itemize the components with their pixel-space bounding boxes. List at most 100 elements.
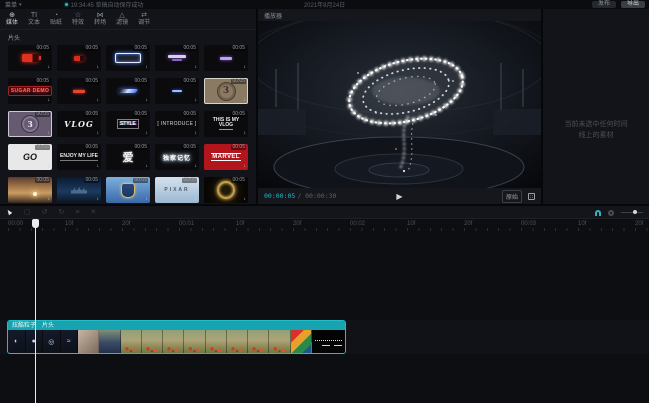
zoom-slider-knob[interactable]: [633, 210, 637, 214]
download-icon[interactable]: ↓: [146, 164, 149, 169]
template-item[interactable]: GO 00:05 ↓: [8, 144, 52, 170]
template-item-text: STYLE: [116, 119, 140, 129]
selected-clip[interactable]: 炫酷粒子 片头 ◐ ● ◎ ≈: [7, 320, 346, 354]
template-item[interactable]: 3 00:05 ↓: [204, 78, 248, 104]
duration-badge: 00:05: [133, 111, 148, 117]
template-item[interactable]: 3 00:05 ↓: [8, 111, 52, 137]
template-item[interactable]: 00:05 ↓: [106, 78, 150, 104]
template-item[interactable]: 爱 00:05 ↓: [106, 144, 150, 170]
download-icon[interactable]: ↓: [146, 98, 149, 103]
tab-media[interactable]: ⊕ 媒体: [6, 12, 18, 26]
tab-filters[interactable]: △ 滤镜: [116, 12, 128, 26]
cursor-tool-icon[interactable]: ▲: [4, 206, 15, 217]
template-item[interactable]: STYLE 00:05 ↓: [106, 111, 150, 137]
download-icon[interactable]: ↓: [48, 197, 51, 202]
playhead-line[interactable]: [35, 219, 36, 403]
tab-text[interactable]: TI 文本: [28, 12, 40, 26]
player-title: 播放器: [264, 13, 283, 20]
tab-effects[interactable]: ☆ 特效: [72, 12, 84, 26]
template-item[interactable]: 00:05 ↓: [57, 45, 101, 71]
template-item[interactable]: 00:05 ↓: [204, 45, 248, 71]
download-icon[interactable]: ↓: [244, 197, 247, 202]
playhead-handle[interactable]: [32, 219, 39, 228]
sticker-icon: ◔: [53, 12, 59, 19]
ruler-label: 10f: [65, 221, 74, 227]
download-icon[interactable]: ↓: [195, 65, 198, 70]
link-preview-icon[interactable]: [608, 209, 614, 216]
download-icon[interactable]: ↓: [195, 131, 198, 136]
timeline-ruler[interactable]: 00:00 10f 20f 00:01 10f 20f 00:02 10f 20f 00:03 10…: [0, 219, 649, 231]
duration-badge: 00:05: [35, 177, 50, 183]
template-item[interactable]: 00:05 ↓: [106, 45, 150, 71]
template-item[interactable]: 00:05 ↓: [106, 177, 150, 203]
template-item[interactable]: 00:05 ↓: [8, 45, 52, 71]
redo-tool-icon[interactable]: ↻: [58, 209, 64, 216]
autosave-status: 19:34:45 草稿自动保存成功: [64, 0, 144, 9]
delete-tool-icon[interactable]: ✕: [90, 209, 96, 216]
duration-badge: 00:05: [35, 111, 50, 117]
download-icon[interactable]: ↓: [244, 98, 247, 103]
text-icon: TI: [30, 12, 38, 19]
category-label: 片头: [8, 36, 21, 42]
play-button[interactable]: ▶: [396, 192, 402, 201]
download-icon[interactable]: ↓: [195, 98, 198, 103]
template-item[interactable]: 独家记忆 00:05 ↓: [155, 144, 199, 170]
timecode-total: / 00:00:30: [297, 192, 337, 200]
tab-adjust[interactable]: ⇄ 调节: [138, 12, 150, 26]
undo-tool-icon[interactable]: ↺: [42, 209, 48, 216]
ruler-label: 00:02: [350, 221, 366, 227]
scale-original-button[interactable]: 原始: [501, 189, 522, 203]
download-icon[interactable]: ↓: [48, 65, 51, 70]
export-button[interactable]: 导出: [620, 1, 645, 8]
snap-magnet-icon[interactable]: [595, 209, 601, 216]
download-icon[interactable]: ↓: [195, 164, 198, 169]
download-icon[interactable]: ↓: [97, 98, 100, 103]
download-icon[interactable]: ↓: [146, 197, 149, 202]
template-item[interactable]: 00:05 ↓: [204, 177, 248, 203]
download-icon[interactable]: ↓: [97, 197, 100, 202]
template-item[interactable]: ENJOY MY LIFE 00:05 ↓: [57, 144, 101, 170]
duration-badge: 00:05: [35, 144, 50, 150]
download-icon[interactable]: ↓: [97, 131, 100, 136]
template-item[interactable]: 00:05 ↓: [155, 45, 199, 71]
download-icon[interactable]: ↓: [146, 65, 149, 70]
template-item[interactable]: 00:05 ↓: [57, 177, 101, 203]
duration-badge: 00:05: [35, 45, 50, 51]
template-item[interactable]: MARVEL 00:05 ↓: [204, 144, 248, 170]
template-item-text: VLOG: [64, 119, 94, 129]
timeline-zoom-slider[interactable]: [621, 210, 643, 214]
split-tool-icon[interactable]: ≡: [75, 209, 79, 216]
menu-button[interactable]: 菜单 ▾: [0, 0, 27, 10]
preview-video[interactable]: [258, 21, 541, 188]
template-item[interactable]: THIS IS MY VLOG 00:05 ↓: [204, 111, 248, 137]
download-icon[interactable]: ↓: [48, 164, 51, 169]
download-icon[interactable]: ↓: [195, 197, 198, 202]
download-icon[interactable]: ↓: [97, 65, 100, 70]
timeline-right-controls: [595, 206, 643, 219]
fullscreen-icon[interactable]: [528, 192, 535, 200]
template-item[interactable]: 00:05 ↓: [8, 177, 52, 203]
template-item[interactable]: VLOG 00:05 ↓: [57, 111, 101, 137]
tab-label: 滤镜: [116, 20, 129, 26]
download-icon[interactable]: ↓: [244, 65, 247, 70]
preview-controls: 00:00:05 / 00:00:30 ▶ 原始: [258, 188, 541, 204]
template-item[interactable]: [ INTRODUCE ] 00:05 ↓: [155, 111, 199, 137]
template-item[interactable]: 00:05 ↓: [155, 78, 199, 104]
download-icon[interactable]: ↓: [244, 164, 247, 169]
template-item[interactable]: SUGAR DEMO 00:05 ↓: [8, 78, 52, 104]
empty-selection-hint: 当前未选中任何时间 线上的素材: [543, 119, 649, 141]
status-dot-icon: [64, 3, 68, 6]
tab-transitions[interactable]: ⋈ 转场: [94, 12, 106, 26]
template-item[interactable]: PIXAR 00:05 ↓: [155, 177, 199, 203]
tab-sticker[interactable]: ◔ 贴纸: [50, 12, 62, 26]
select-box-tool-icon[interactable]: ▢: [24, 209, 31, 216]
clip-frame: [248, 330, 270, 353]
publish-button[interactable]: 发布: [591, 1, 616, 8]
download-icon[interactable]: ↓: [146, 131, 149, 136]
download-icon[interactable]: ↓: [48, 131, 51, 136]
download-icon[interactable]: ↓: [244, 131, 247, 136]
duration-badge: 00:05: [182, 45, 197, 51]
download-icon[interactable]: ↓: [48, 98, 51, 103]
template-item[interactable]: 00:05 ↓: [57, 78, 101, 104]
download-icon[interactable]: ↓: [97, 164, 100, 169]
